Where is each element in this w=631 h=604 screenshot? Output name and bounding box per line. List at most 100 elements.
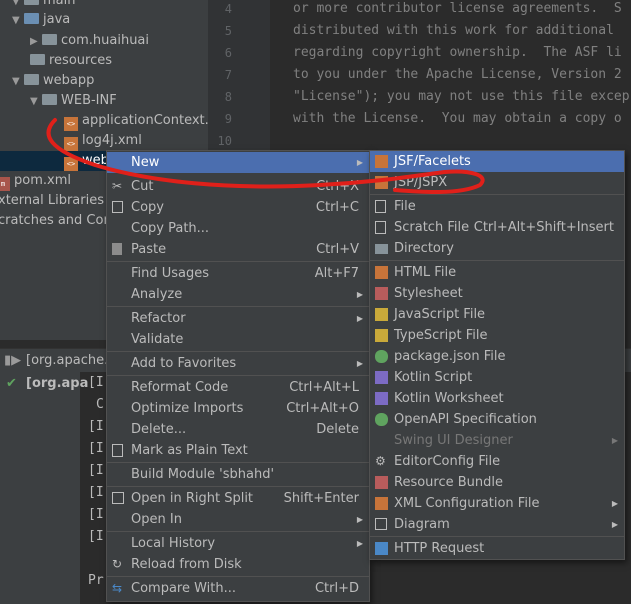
submenu-item-diagram[interactable]: Diagram ▶: [370, 514, 624, 535]
run-tab-icon: ▮▶: [4, 353, 22, 368]
console-line: [I: [88, 507, 104, 522]
tree-item-web-inf[interactable]: ▼ WEB-INF: [30, 91, 117, 111]
menu-item-copy-path[interactable]: Copy Path...: [107, 218, 369, 239]
menu-item-paste[interactable]: Paste Ctrl+V: [107, 239, 369, 260]
submenu-item-editorconfig[interactable]: ⚙ EditorConfig File: [370, 451, 624, 472]
submenu-item-scratch-file[interactable]: Scratch File Ctrl+Alt+Shift+Insert: [370, 217, 624, 238]
xml-file-icon: <>: [64, 137, 78, 151]
menu-item-build-module[interactable]: Build Module 'sbhahd': [107, 464, 369, 485]
tree-item-scratches[interactable]: cratches and Cons: [0, 211, 118, 231]
tree-item-package[interactable]: ▶ com.huaihuai: [30, 31, 149, 51]
menu-item-find-usages[interactable]: Find Usages Alt+F7: [107, 263, 369, 284]
console-line: C: [96, 397, 104, 412]
api-icon: [375, 542, 388, 555]
package-icon: [42, 34, 57, 45]
line-number: 4: [224, 2, 232, 16]
file-icon: [375, 200, 386, 213]
submenu-arrow-icon: ▶: [611, 436, 618, 445]
menu-separator: [107, 351, 369, 352]
menu-item-mark-plain-text[interactable]: Mark as Plain Text: [107, 440, 369, 461]
check-icon: ✔: [6, 376, 17, 391]
chevron-down-icon[interactable]: ▼: [12, 11, 24, 31]
submenu-item-http-request[interactable]: HTTP Request: [370, 538, 624, 559]
menu-item-analyze[interactable]: Analyze ▶: [107, 284, 369, 305]
submenu-arrow-icon: ▶: [611, 499, 618, 508]
menu-item-compare-with[interactable]: ⇆ Compare With... Ctrl+D: [107, 578, 369, 599]
submenu-item-kotlin-script[interactable]: Kotlin Script: [370, 367, 624, 388]
submenu-item-stylesheet[interactable]: Stylesheet: [370, 283, 624, 304]
submenu-item-directory[interactable]: Directory: [370, 238, 624, 259]
resource-bundle-icon: [375, 476, 388, 489]
submenu-item-xml-configuration[interactable]: XML Configuration File ▶: [370, 493, 624, 514]
xml-file-icon: <>: [64, 157, 78, 171]
tree-item-pom[interactable]: m pom.xml: [0, 171, 71, 191]
submenu-item-openapi[interactable]: OpenAPI Specification: [370, 409, 624, 430]
submenu-item-jsf-facelets[interactable]: JSF/Facelets: [370, 151, 624, 172]
menu-separator: [107, 531, 369, 532]
line-number: 6: [224, 46, 232, 60]
copy-icon: [112, 201, 123, 213]
css-icon: [375, 287, 388, 300]
submenu-arrow-icon: ▶: [611, 520, 618, 529]
submenu-item-package-json[interactable]: package.json File: [370, 346, 624, 367]
reload-icon: ↻: [112, 557, 123, 571]
editorconfig-icon: ⚙: [375, 454, 386, 468]
openapi-icon: [375, 413, 388, 426]
tree-item-log4j[interactable]: <> log4j.xml: [64, 131, 142, 151]
code-line: or more contributor license agreements. …: [293, 1, 622, 16]
menu-item-validate[interactable]: Validate: [107, 329, 369, 350]
menu-item-new[interactable]: New ▶: [107, 152, 369, 173]
menu-separator: [107, 576, 369, 577]
run-tree: ✔ [org.apa: [0, 372, 88, 604]
submenu-item-html-file[interactable]: HTML File: [370, 262, 624, 283]
menu-item-local-history[interactable]: Local History ▶: [107, 533, 369, 554]
code-line: to you under the Apache License, Version…: [293, 67, 622, 82]
chevron-right-icon[interactable]: ▶: [30, 32, 42, 52]
menu-item-copy[interactable]: Copy Ctrl+C: [107, 197, 369, 218]
menu-item-add-to-favorites[interactable]: Add to Favorites ▶: [107, 353, 369, 374]
submenu-item-javascript-file[interactable]: JavaScript File: [370, 304, 624, 325]
submenu-arrow-icon: ▶: [356, 515, 363, 524]
code-editor[interactable]: or more contributor license agreements. …: [270, 0, 631, 150]
menu-item-cut[interactable]: ✂ Cut Ctrl+X: [107, 176, 369, 197]
submenu-item-swing-ui-designer[interactable]: Swing UI Designer ▶: [370, 430, 624, 451]
directory-icon: [375, 244, 388, 254]
menu-separator: [107, 462, 369, 463]
menu-separator: [370, 536, 624, 537]
diagram-icon: [375, 518, 387, 530]
menu-separator: [107, 261, 369, 262]
submenu-item-file[interactable]: File: [370, 196, 624, 217]
submenu-item-kotlin-worksheet[interactable]: Kotlin Worksheet: [370, 388, 624, 409]
source-folder-icon: [24, 13, 39, 24]
code-line: with the License. You may obtain a copy …: [293, 111, 622, 126]
tree-item-webapp[interactable]: ▼ webapp: [12, 71, 94, 91]
tree-item-resources[interactable]: resources: [30, 51, 112, 71]
menu-item-open-in[interactable]: Open In ▶: [107, 509, 369, 530]
resources-folder-icon: [30, 54, 45, 65]
console-line: [I: [88, 375, 104, 390]
tree-item-java[interactable]: ▼ java: [12, 10, 70, 30]
menu-separator: [107, 306, 369, 307]
code-line: regarding copyright ownership. The ASF l…: [293, 45, 622, 60]
chevron-down-icon[interactable]: ▼: [30, 92, 42, 112]
menu-item-refactor[interactable]: Refactor ▶: [107, 308, 369, 329]
tree-item-web-xml[interactable]: <> web: [64, 151, 109, 171]
xml-icon: [375, 497, 388, 510]
chevron-down-icon[interactable]: ▼: [12, 72, 24, 92]
submenu-item-typescript-file[interactable]: TypeScript File: [370, 325, 624, 346]
console-line: [I: [88, 419, 104, 434]
menu-item-reformat-code[interactable]: Reformat Code Ctrl+Alt+L: [107, 377, 369, 398]
menu-item-delete[interactable]: Delete... Delete: [107, 419, 369, 440]
editor-gutter: 4 5 6 7 8 9 10: [208, 0, 270, 150]
menu-item-open-right-split[interactable]: Open in Right Split Shift+Enter: [107, 488, 369, 509]
submenu-item-resource-bundle[interactable]: Resource Bundle: [370, 472, 624, 493]
tree-item-external-libraries[interactable]: xternal Libraries: [0, 191, 104, 211]
code-line: distributed with this work for additiona…: [293, 23, 614, 38]
menu-item-reload-from-disk[interactable]: ↻ Reload from Disk: [107, 554, 369, 575]
run-tree-item[interactable]: [org.apa: [26, 376, 88, 391]
submenu-item-jsp-jspx[interactable]: JSP/JSPX: [370, 172, 624, 193]
line-number: 10: [217, 134, 232, 148]
menu-item-optimize-imports[interactable]: Optimize Imports Ctrl+Alt+O: [107, 398, 369, 419]
menu-separator: [107, 375, 369, 376]
new-submenu: JSF/Facelets JSP/JSPX File Scratch File C…: [369, 150, 625, 560]
